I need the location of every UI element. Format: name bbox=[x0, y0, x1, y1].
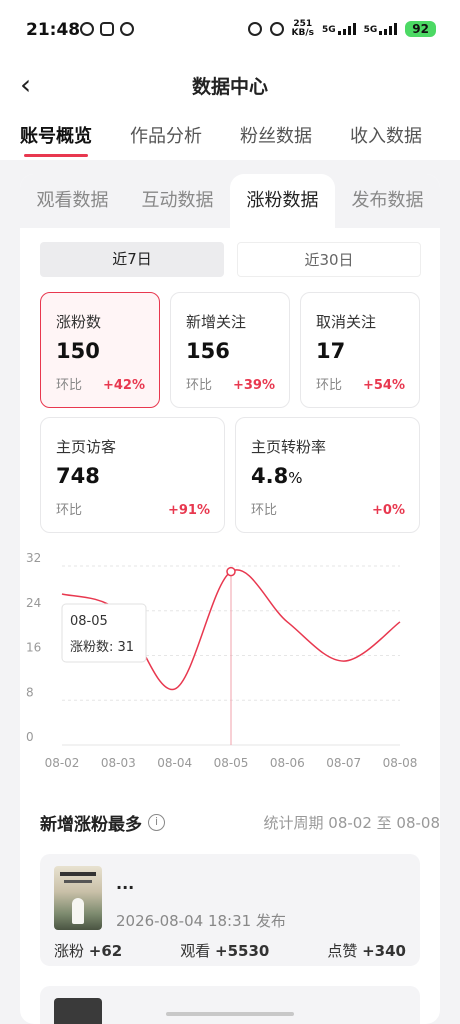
network-speed: 251 KB/s bbox=[292, 20, 314, 38]
stat-value: 4.8% bbox=[251, 464, 303, 488]
y-tick-label: 8 bbox=[26, 685, 34, 699]
next-post-card[interactable] bbox=[40, 986, 420, 1024]
subtab-fans-growth[interactable]: 涨粉数据 bbox=[230, 174, 335, 228]
stat-compare-label: 环比 bbox=[186, 378, 213, 393]
speed-unit: KB/s bbox=[291, 28, 314, 38]
post-thumbnail bbox=[54, 866, 102, 930]
tooltip-date: 08-05 bbox=[70, 614, 108, 629]
post-date: 2026-08-04 18:31 发布 bbox=[116, 912, 286, 930]
status-time: 21:48 bbox=[26, 20, 81, 40]
signal-5g-2: 5G bbox=[364, 23, 398, 35]
range-7-days[interactable]: 近7日 bbox=[40, 242, 224, 277]
header: ‹ 数据中心 账号概览 作品分析 粉丝数据 收入数据 bbox=[0, 60, 460, 160]
y-tick-label: 24 bbox=[26, 596, 41, 610]
stat-card-new-follows[interactable]: 新增关注 156 环比 +39% bbox=[170, 292, 290, 408]
stat-change: +0% bbox=[372, 503, 405, 518]
stat-card-conversion-rate[interactable]: 主页转粉率 4.8% 环比 +0% bbox=[235, 417, 420, 533]
location-icon bbox=[80, 22, 94, 36]
stat-label: 主页访客 bbox=[56, 438, 117, 456]
stat-compare-label: 环比 bbox=[251, 503, 278, 518]
stat-label: 主页转粉率 bbox=[251, 438, 327, 456]
signal-5g-1: 5G bbox=[322, 23, 356, 35]
y-tick-label: 0 bbox=[26, 730, 34, 744]
tab-income-data[interactable]: 收入数据 bbox=[350, 122, 422, 148]
tab-account-overview[interactable]: 账号概览 bbox=[20, 122, 92, 157]
fans-line-chart[interactable]: 0 8 16 24 32 08-02 08-03 08-04 08-05 08-06 08-07 08… bbox=[20, 552, 440, 782]
x-tick-label: 08-05 bbox=[214, 756, 249, 770]
stat-change: +42% bbox=[102, 378, 145, 393]
y-tick-label: 32 bbox=[26, 552, 41, 565]
subtab-publish[interactable]: 发布数据 bbox=[335, 174, 440, 228]
mute-icon bbox=[269, 22, 284, 36]
signal-icon bbox=[337, 23, 356, 35]
x-tick-label: 08-03 bbox=[101, 756, 136, 770]
sub-tabs: 观看数据 互动数据 涨粉数据 发布数据 bbox=[20, 174, 440, 228]
battery-icon: 92 bbox=[405, 21, 436, 37]
notification-icons bbox=[80, 22, 134, 36]
stat-change: +39% bbox=[232, 378, 275, 393]
subtab-views[interactable]: 观看数据 bbox=[20, 174, 125, 228]
home-indicator[interactable] bbox=[166, 1012, 294, 1016]
tooltip-value: 涨粉数: 31 bbox=[70, 640, 134, 655]
stat-label: 新增关注 bbox=[186, 313, 247, 331]
x-tick-label: 08-06 bbox=[270, 756, 305, 770]
signal-icon bbox=[379, 23, 398, 35]
section-title-text: 新增涨粉最多 bbox=[40, 815, 142, 835]
section-title: 新增涨粉最多 i bbox=[40, 810, 165, 835]
instagram-icon bbox=[100, 22, 114, 36]
stat-card-fans-gained[interactable]: 涨粉数 150 环比 +42% bbox=[40, 292, 160, 408]
tab-fans-data[interactable]: 粉丝数据 bbox=[240, 122, 312, 148]
stat-label: 取消关注 bbox=[316, 313, 377, 331]
tab-works-analysis[interactable]: 作品分析 bbox=[130, 122, 202, 148]
stat-change: +91% bbox=[167, 503, 210, 518]
stat-compare-label: 环比 bbox=[56, 503, 83, 518]
stat-compare-label: 环比 bbox=[56, 378, 83, 393]
x-tick-label: 08-02 bbox=[45, 756, 80, 770]
stat-compare-label: 环比 bbox=[316, 378, 343, 393]
top-post-card[interactable]: ... 2026-08-04 18:31 发布 涨粉 +62 观看 +5530 … bbox=[40, 854, 420, 966]
main-tabs: 账号概览 作品分析 粉丝数据 收入数据 bbox=[20, 122, 422, 157]
x-tick-label: 08-08 bbox=[383, 756, 418, 770]
post-title: ... bbox=[116, 874, 135, 893]
signal-label-2: 5G bbox=[363, 25, 378, 35]
stat-label: 涨粉数 bbox=[56, 313, 102, 331]
stat-value: 17 bbox=[316, 339, 346, 363]
stat-card-profile-visitors[interactable]: 主页访客 748 环比 +91% bbox=[40, 417, 225, 533]
post-fans: 涨粉 +62 bbox=[54, 942, 123, 960]
post-thumbnail bbox=[54, 998, 102, 1024]
subtab-interaction[interactable]: 互动数据 bbox=[125, 174, 230, 228]
post-views: 观看 +5530 bbox=[180, 942, 270, 960]
stat-value: 156 bbox=[186, 339, 230, 363]
page-title: 数据中心 bbox=[191, 76, 268, 98]
stat-value: 748 bbox=[56, 464, 100, 488]
y-tick-label: 16 bbox=[26, 641, 41, 655]
signal-label-1: 5G bbox=[321, 25, 336, 35]
stat-value: 150 bbox=[56, 339, 100, 363]
stat-card-unfollows[interactable]: 取消关注 17 环比 +54% bbox=[300, 292, 420, 408]
stat-change: +54% bbox=[362, 378, 405, 393]
content-card: 观看数据 互动数据 涨粉数据 发布数据 近7日 近30日 涨粉数 150 环比 … bbox=[20, 174, 440, 1024]
post-likes: 点赞 +340 bbox=[327, 942, 406, 960]
alarm-icon bbox=[247, 22, 262, 36]
x-tick-label: 08-04 bbox=[157, 756, 192, 770]
info-icon[interactable]: i bbox=[148, 814, 165, 831]
range-30-days[interactable]: 近30日 bbox=[237, 242, 421, 277]
status-right: 251 KB/s 5G 5G 92 bbox=[247, 20, 436, 38]
post-stats: 涨粉 +62 观看 +5530 点赞 +340 bbox=[54, 940, 406, 961]
status-bar: 21:48 251 KB/s 5G 5G 92 bbox=[0, 0, 460, 60]
x-tick-label: 08-07 bbox=[326, 756, 361, 770]
highlight-point bbox=[226, 566, 236, 577]
wechat-icon bbox=[120, 22, 134, 36]
stat-period: 统计周期 08-02 至 08-08 bbox=[263, 814, 440, 832]
